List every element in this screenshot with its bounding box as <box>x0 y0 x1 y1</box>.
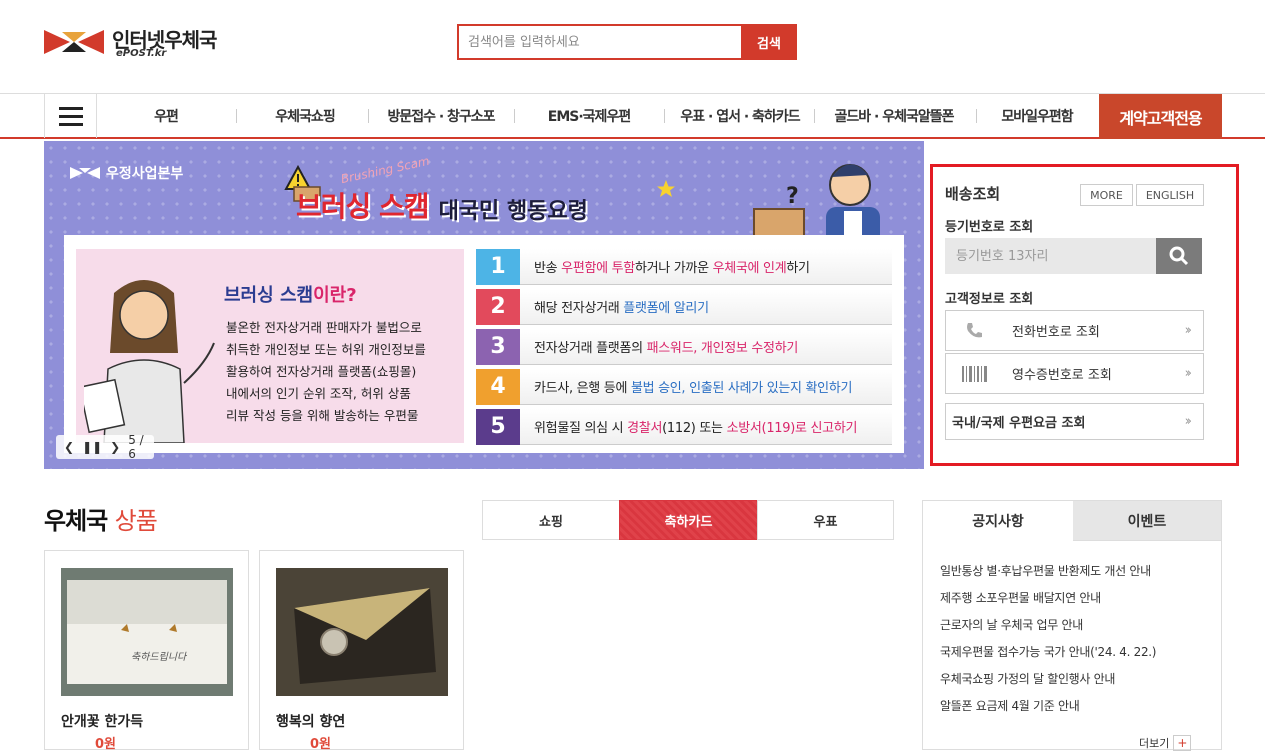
step-number: 3 <box>476 328 520 365</box>
banner-org-label: 우정사업본부 <box>106 166 184 182</box>
nav-item-post[interactable]: 우편 <box>98 94 234 138</box>
search-bar: 검색 <box>457 24 797 60</box>
step-number: 5 <box>476 408 520 445</box>
barcode-icon <box>962 366 987 382</box>
delivery-title: 배송조회 <box>945 185 1001 203</box>
step-number: 2 <box>476 288 520 325</box>
pause-icon[interactable]: ❚❚ <box>82 440 102 454</box>
koreapost-logo-icon <box>70 167 100 179</box>
delivery-tracking-panel: 배송조회 MORE ENGLISH 등기번호로 조회 고객정보로 조회 전화번호… <box>930 164 1239 466</box>
tab-shopping[interactable]: 쇼핑 <box>482 500 620 540</box>
phone-query-label: 전화번호로 조회 <box>1012 325 1100 340</box>
next-arrow-icon[interactable]: ❯ <box>110 440 120 454</box>
tab-stamps[interactable]: 우표 <box>757 500 894 540</box>
banner-step-row: 4 카드사, 은행 등에 불법 승인, 인출된 사례가 있는지 확인하기 <box>476 368 892 405</box>
receipt-query-label: 영수증번호로 조회 <box>1012 368 1112 383</box>
tab-notices[interactable]: 공지사항 <box>923 501 1073 541</box>
woman-illustration <box>84 280 215 443</box>
banner-title: 브러싱 스캠 대국민 행동요령 <box>296 185 588 225</box>
product-card[interactable]: 행복의 향연 0원 <box>259 550 464 752</box>
banner-org: 우정사업본부 <box>70 163 183 183</box>
banner-definition-title-a: 브러싱 스캠 <box>224 285 314 306</box>
registered-number-label: 등기번호로 조회 <box>945 220 1034 235</box>
customer-info-label: 고객정보로 조회 <box>945 292 1034 307</box>
search-icon[interactable] <box>1156 238 1202 274</box>
nav-item-shopping[interactable]: 우체국쇼핑 <box>238 94 372 138</box>
search-input[interactable] <box>459 26 741 58</box>
banner-step-row: 1 반송 우편함에 투함하거나 가까운 우체국에 인계하기 <box>476 248 892 285</box>
notice-item[interactable]: 제주행 소포우편물 배달지연 안내 <box>940 589 1101 606</box>
postal-rate-query-button[interactable]: 국내/국제 우편요금 조회 ›› <box>945 403 1204 440</box>
star-icon <box>657 180 675 197</box>
nav-item-goldbar-phone[interactable]: 골드바 · 우체국알뜰폰 <box>816 94 972 138</box>
products-title-a: 우체국 <box>44 507 108 535</box>
notice-more-label: 더보기 <box>1139 737 1170 750</box>
phone-query-button[interactable]: 전화번호로 조회 ›› <box>945 310 1204 351</box>
notice-more-button[interactable]: 더보기 + <box>1139 735 1192 751</box>
double-chevron-right-icon: ›› <box>1184 366 1193 381</box>
english-button[interactable]: ENGLISH <box>1136 184 1204 206</box>
step-text: 반송 우편함에 투함하거나 가까운 우체국에 인계하기 <box>534 261 810 276</box>
banner-step-row: 3 전자상거래 플랫폼의 패스워드, 개인정보 수정하기 <box>476 328 892 365</box>
notice-item[interactable]: 국제우편물 접수가능 국가 안내('24. 4. 22.) <box>940 643 1156 660</box>
notice-panel: 공지사항 이벤트 일반통상 별·후납우편물 반환제도 개선 안내 제주행 소포우… <box>922 500 1222 751</box>
site-logo[interactable]: 인터넷우체국 ePOST.kr <box>44 24 244 64</box>
double-chevron-right-icon: ›› <box>1184 414 1193 429</box>
banner-step-row: 2 해당 전자상거래 플랫폼에 알리기 <box>476 288 892 325</box>
banner-controls: ❮ ❚❚ ❯ 5 / 6 <box>56 433 154 461</box>
nav-item-stamps-cards[interactable]: 우표 · 엽서 · 축하카드 <box>666 94 814 138</box>
notice-item[interactable]: 근로자의 날 우체국 업무 안내 <box>940 616 1083 633</box>
nav-item-ems[interactable]: EMS·국제우편 <box>516 94 662 138</box>
main-nav: 우편 우체국쇼핑 방문접수 · 창구소포 EMS·국제우편 우표 · 엽서 · … <box>0 93 1265 139</box>
hamburger-menu-icon[interactable] <box>44 94 97 138</box>
tab-greeting-cards[interactable]: 축하카드 <box>619 500 758 540</box>
product-price: 0원 <box>95 737 117 752</box>
banner-definition-title: 브러싱 스캠이란? <box>224 281 357 307</box>
notice-item[interactable]: 일반통상 별·후납우편물 반환제도 개선 안내 <box>940 562 1151 579</box>
prev-arrow-icon[interactable]: ❮ <box>64 440 74 454</box>
epost-logo-icon <box>44 30 104 54</box>
logo-subtitle: ePOST.kr <box>116 48 167 59</box>
banner-title-sub: 대국민 행동요령 <box>438 199 588 224</box>
step-text: 전자상거래 플랫폼의 패스워드, 개인정보 수정하기 <box>534 341 799 356</box>
plus-icon: + <box>1173 735 1192 751</box>
banner-title-main: 브러싱 스캠 <box>296 190 430 223</box>
double-chevron-right-icon: ›› <box>1184 323 1193 338</box>
product-name: 행복의 향연 <box>276 714 346 730</box>
svg-text:?: ? <box>786 184 799 209</box>
nav-item-contract-customers[interactable]: 계약고객전용 <box>1099 94 1222 139</box>
product-image-flower-card: 축하드립니다 <box>61 568 233 696</box>
product-price: 0원 <box>310 737 332 752</box>
nav-item-mobile-mailbox[interactable]: 모바일우편함 <box>978 94 1096 138</box>
step-number: 4 <box>476 368 520 405</box>
notice-item[interactable]: 알뜰폰 요금제 4월 기준 안내 <box>940 697 1080 714</box>
postal-rate-query-label: 국내/국제 우편요금 조회 <box>952 416 1086 431</box>
main-banner[interactable]: 우정사업본부 Brushing Scam 브러싱 스캠 대국민 행동요령 ? 브… <box>44 141 924 469</box>
registered-number-input[interactable] <box>945 238 1157 274</box>
banner-definition-title-b: 이란? <box>313 285 357 306</box>
banner-definition-text: 불온한 전자상거래 판매자가 불법으로 취득한 개인정보 또는 허위 개인정보를… <box>226 320 426 423</box>
banner-step-row: 5 위험물질 의심 시 경찰서(112) 또는 소방서(119)로 신고하기 <box>476 408 892 445</box>
banner-counter: 5 / 6 <box>128 433 144 461</box>
notice-item[interactable]: 우체국쇼핑 가정의 달 할인행사 안내 <box>940 670 1115 687</box>
search-button[interactable]: 검색 <box>741 24 797 60</box>
receipt-query-button[interactable]: 영수증번호로 조회 ›› <box>945 353 1204 394</box>
product-card[interactable]: 축하드립니다 안개꽃 한가득 0원 <box>44 550 249 752</box>
svg-text:축하드립니다: 축하드립니다 <box>131 651 188 663</box>
step-text: 해당 전자상거래 플랫폼에 알리기 <box>534 301 709 316</box>
step-text: 위험물질 의심 시 경찰서(112) 또는 소방서(119)로 신고하기 <box>534 421 858 436</box>
more-button[interactable]: MORE <box>1080 184 1133 206</box>
banner-definition-box: 브러싱 스캠이란? 불온한 전자상거래 판매자가 불법으로 취득한 개인정보 또… <box>76 249 464 443</box>
banner-panel: 브러싱 스캠이란? 불온한 전자상거래 판매자가 불법으로 취득한 개인정보 또… <box>64 235 904 453</box>
step-number: 1 <box>476 248 520 285</box>
product-name: 안개꽃 한가득 <box>61 714 144 730</box>
products-title: 우체국 상품 <box>44 501 158 536</box>
product-image-envelope-card <box>276 568 448 696</box>
nav-item-visit-pickup[interactable]: 방문접수 · 창구소포 <box>372 94 510 138</box>
phone-icon <box>967 323 982 338</box>
tab-events[interactable]: 이벤트 <box>1073 501 1221 541</box>
products-title-b: 상품 <box>114 507 158 535</box>
step-text: 카드사, 은행 등에 불법 승인, 인출된 사례가 있는지 확인하기 <box>534 381 853 396</box>
